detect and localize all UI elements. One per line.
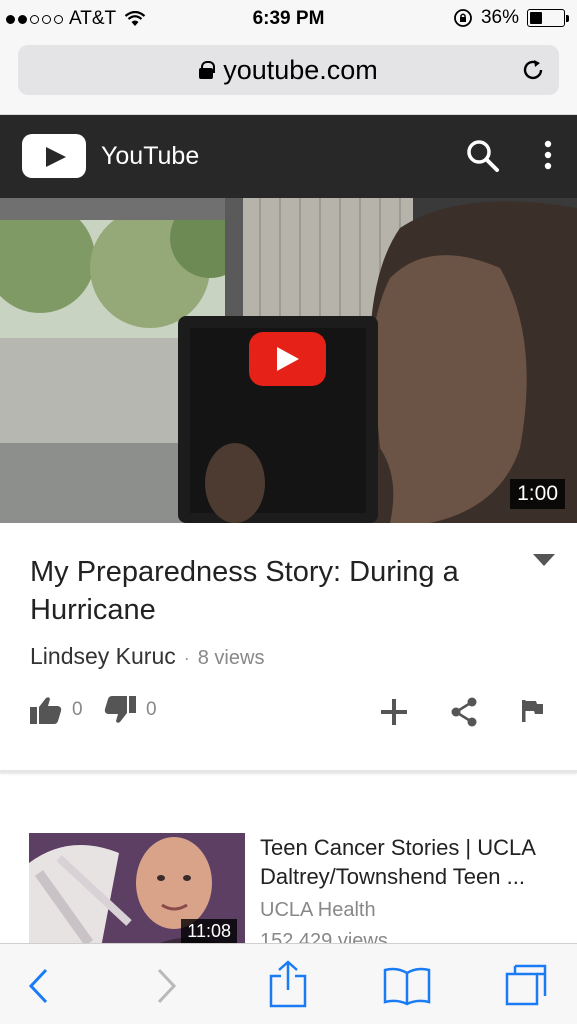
play-button[interactable] bbox=[249, 332, 326, 386]
related-title-line-2: Daltrey/Townshend Teen ... bbox=[260, 864, 525, 889]
dislike-button[interactable]: 0 bbox=[104, 696, 157, 724]
rotation-lock-icon bbox=[454, 9, 472, 27]
bookmarks-icon[interactable] bbox=[383, 966, 431, 1006]
video-player[interactable]: 1:00 bbox=[0, 198, 577, 523]
related-title[interactable]: Teen Cancer Stories | UCLA Daltrey/Towns… bbox=[260, 833, 555, 891]
url-text: youtube.com bbox=[223, 54, 378, 85]
youtube-logo-icon[interactable] bbox=[22, 134, 86, 178]
video-duration: 1:00 bbox=[510, 479, 565, 509]
thumbs-down-icon bbox=[104, 696, 136, 723]
related-duration: 11:08 bbox=[181, 919, 237, 944]
related-title-line-1: Teen Cancer Stories | UCLA bbox=[260, 835, 536, 860]
forward-icon[interactable] bbox=[155, 968, 177, 1004]
related-thumbnail[interactable]: 11:08 bbox=[29, 833, 245, 948]
share-icon[interactable] bbox=[450, 697, 478, 727]
back-icon[interactable] bbox=[28, 968, 50, 1004]
section-divider bbox=[0, 770, 577, 773]
dislike-count: 0 bbox=[146, 699, 157, 720]
channel-name[interactable]: Lindsey Kuruc bbox=[30, 643, 176, 670]
lock-icon bbox=[199, 61, 216, 79]
video-title: My Preparedness Story: During a Hurrican… bbox=[30, 556, 459, 626]
address-bar-area: youtube.com bbox=[0, 38, 577, 115]
add-icon[interactable] bbox=[380, 698, 408, 726]
flag-icon[interactable] bbox=[520, 699, 544, 723]
tabs-icon[interactable] bbox=[505, 964, 547, 1006]
video-actions: 0 0 bbox=[30, 694, 550, 728]
search-icon[interactable] bbox=[466, 139, 500, 173]
reload-icon[interactable] bbox=[521, 58, 545, 82]
share-icon[interactable] bbox=[268, 960, 308, 1008]
address-bar[interactable]: youtube.com bbox=[18, 45, 559, 95]
related-video-item[interactable]: 11:08 Teen Cancer Stories | UCLA Daltrey… bbox=[29, 833, 559, 948]
status-bar: AT&T 6:39 PM 36% bbox=[0, 0, 577, 38]
status-right: 36% bbox=[453, 7, 569, 29]
battery-percent: 36% bbox=[480, 7, 519, 28]
chevron-down-icon[interactable] bbox=[533, 554, 555, 568]
separator: · bbox=[183, 648, 190, 668]
youtube-title[interactable]: YouTube bbox=[101, 142, 199, 171]
like-count: 0 bbox=[72, 699, 83, 720]
more-vert-icon[interactable] bbox=[540, 139, 556, 173]
like-button[interactable]: 0 bbox=[30, 696, 83, 724]
youtube-header: YouTube bbox=[0, 115, 577, 198]
browser-toolbar bbox=[0, 943, 577, 1024]
battery-icon bbox=[527, 9, 569, 27]
view-count: 8 views bbox=[197, 647, 265, 669]
channel-line: Lindsey Kuruc · 8 views bbox=[30, 643, 264, 670]
thumbs-up-icon bbox=[30, 697, 62, 724]
related-channel: UCLA Health bbox=[260, 899, 376, 921]
